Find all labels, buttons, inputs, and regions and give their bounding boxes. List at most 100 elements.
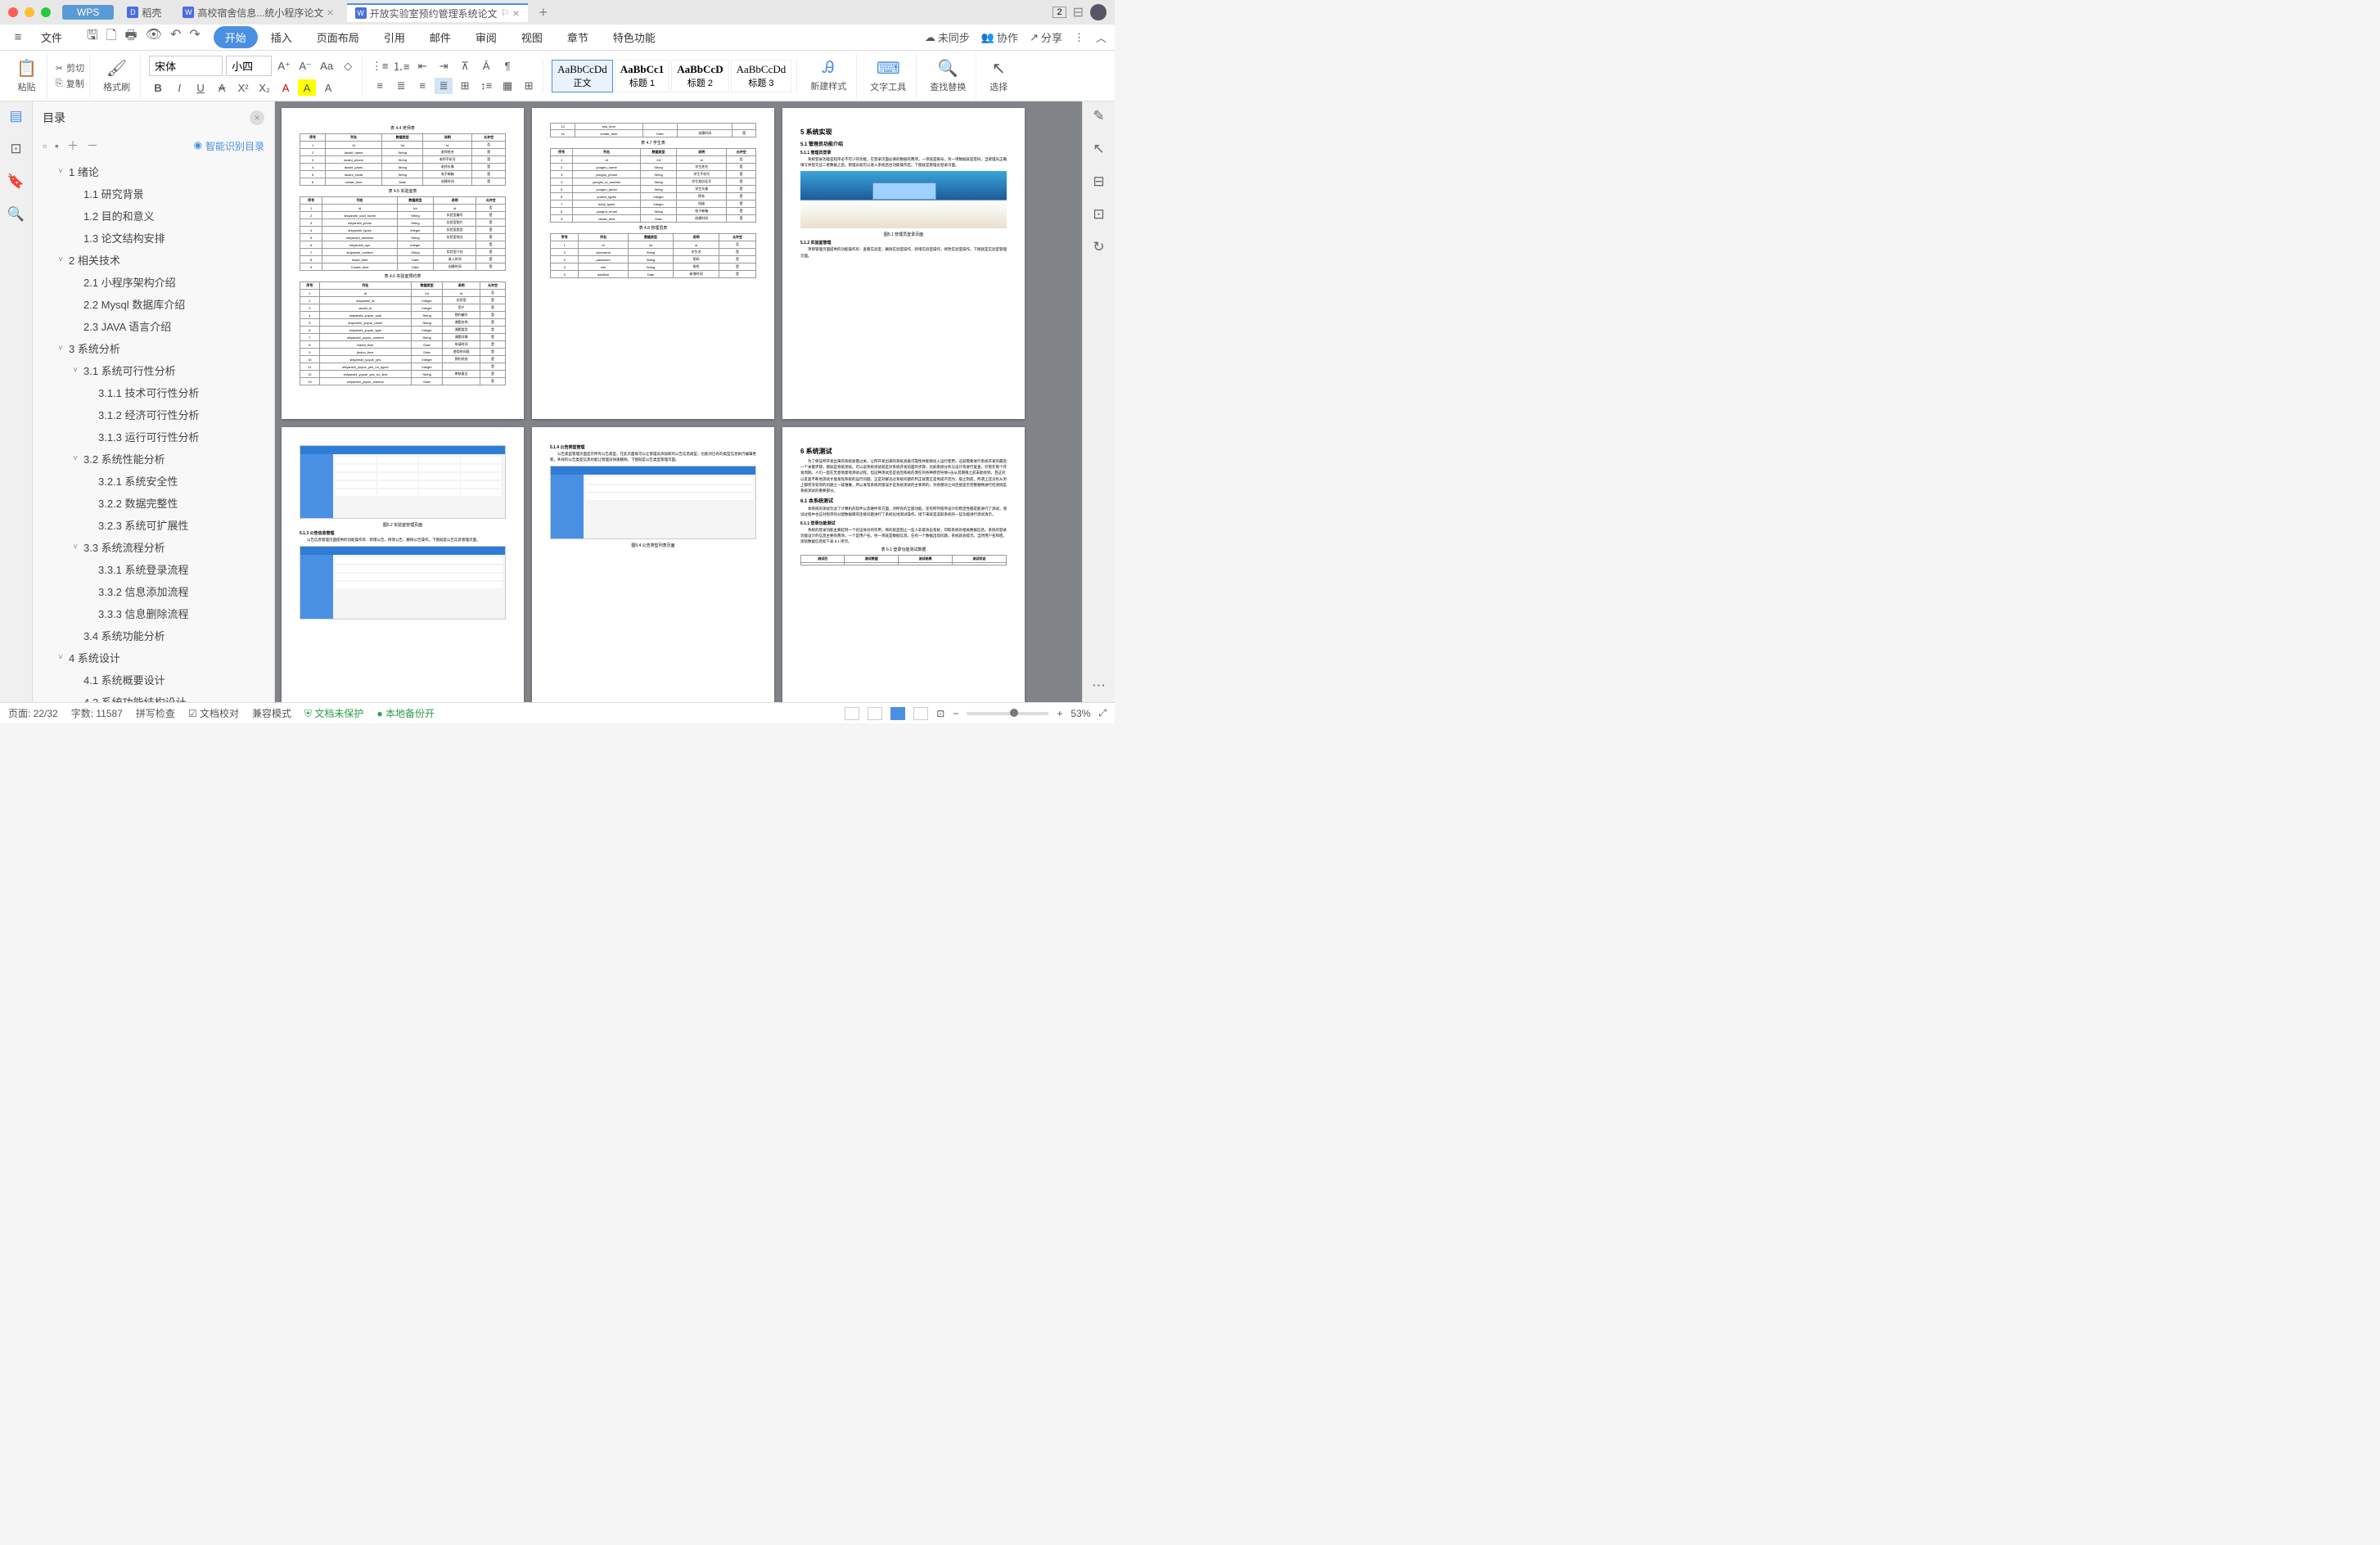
bold-button[interactable]: B xyxy=(149,79,167,96)
fit-icon[interactable]: ⊡ xyxy=(936,708,944,719)
share-button[interactable]: ↗分享 xyxy=(1030,29,1062,45)
toc-item[interactable]: ˅3.1 系统可行性分析 xyxy=(33,359,274,381)
sort-button[interactable]: Ā xyxy=(477,58,495,74)
compat-mode[interactable]: 兼容模式 xyxy=(252,706,291,720)
page-indicator[interactable]: 页面: 22/32 xyxy=(8,706,58,720)
hamburger-icon[interactable]: ≡ xyxy=(8,30,28,44)
zoom-in-button[interactable]: + xyxy=(1057,708,1062,719)
zoom-out-button[interactable]: − xyxy=(953,708,958,719)
toc-item[interactable]: 3.2.1 系统安全性 xyxy=(33,470,274,492)
menu-insert[interactable]: 插入 xyxy=(259,26,304,48)
toc-item[interactable]: ˅2 相关技术 xyxy=(33,249,274,271)
view-reading[interactable] xyxy=(890,707,905,720)
save-icon[interactable]: 🖫 xyxy=(87,26,98,48)
toc-item[interactable]: 4.1 系统概要设计 xyxy=(33,669,274,691)
find-replace-button[interactable]: 🔍 查找替换 xyxy=(925,56,971,95)
style-heading2[interactable]: AaBbCcD 标题 2 xyxy=(671,60,728,92)
toc-item[interactable]: 3.1.2 经济可行性分析 xyxy=(33,403,274,426)
numbering-button[interactable]: ⒈≡ xyxy=(392,58,410,74)
redo-icon[interactable]: ↷ xyxy=(189,26,200,48)
toc-item[interactable]: 2.2 Mysql 数据库介绍 xyxy=(33,293,274,315)
char-shading-button[interactable]: A xyxy=(319,79,337,96)
strike-button[interactable]: A xyxy=(213,79,231,96)
copy-button[interactable]: ⎘复制 xyxy=(56,77,84,90)
style-body[interactable]: AaBbCcDd 正文 xyxy=(552,60,613,92)
save-as-icon[interactable]: 🗋 xyxy=(106,26,117,48)
spell-check[interactable]: 拼写检查 xyxy=(136,706,175,720)
shrink-font-button[interactable]: A⁻ xyxy=(296,58,314,74)
grow-font-button[interactable]: A⁺ xyxy=(275,58,293,74)
thumbnail-icon[interactable]: ⊡ xyxy=(10,141,21,157)
menu-review[interactable]: 审阅 xyxy=(464,26,508,48)
select-button[interactable]: ↖ 选择 xyxy=(985,56,1012,95)
style-heading1[interactable]: AaBbCc1 标题 1 xyxy=(615,60,669,92)
doc-protect[interactable]: ⛨ 文档未保护 xyxy=(304,706,363,720)
cut-button[interactable]: ✂剪切 xyxy=(56,61,84,74)
shading-button[interactable]: ▦ xyxy=(498,78,516,94)
word-count[interactable]: 字数: 11587 xyxy=(71,706,123,720)
more-tools-icon[interactable]: ⋯ xyxy=(1092,678,1106,694)
tab-button[interactable]: ⊼ xyxy=(456,58,474,74)
toc-item[interactable]: 3.3.3 信息删除流程 xyxy=(33,602,274,624)
toc-item[interactable]: ˅3 系统分析 xyxy=(33,337,274,359)
smart-toc-button[interactable]: ◉ 智能识别目录 xyxy=(194,139,265,153)
menu-section[interactable]: 章节 xyxy=(556,26,600,48)
tab-lab-doc[interactable]: W 开放实验室预约管理系统论文 ⚐ × xyxy=(347,3,528,22)
notification-icon[interactable]: ⊟ xyxy=(1073,4,1084,20)
new-tab-button[interactable]: + xyxy=(533,4,555,21)
nav-add-icon[interactable]: ＋ xyxy=(67,137,79,154)
toc-item[interactable]: 3.3.2 信息添加流程 xyxy=(33,580,274,602)
menu-special[interactable]: 特色功能 xyxy=(602,26,667,48)
toc-item[interactable]: 3.2.2 数据完整性 xyxy=(33,492,274,514)
style-heading3[interactable]: AaBbCcDd 标题 3 xyxy=(731,60,792,92)
format-painter-button[interactable]: 🖌 格式刷 xyxy=(98,56,135,95)
change-case-button[interactable]: Aa xyxy=(318,58,336,74)
clear-format-button[interactable]: ◇ xyxy=(339,58,357,74)
menu-references[interactable]: 引用 xyxy=(372,26,417,48)
tab-close-icon[interactable]: × xyxy=(512,7,519,20)
borders-button[interactable]: ⊞ xyxy=(520,78,538,94)
collapse-ribbon-icon[interactable]: ︿ xyxy=(1096,29,1107,45)
toc-item[interactable]: 2.1 小程序架构介绍 xyxy=(33,271,274,293)
toc-item[interactable]: 3.3.1 系统登录流程 xyxy=(33,558,274,580)
tab-close-icon[interactable]: × xyxy=(327,6,333,19)
pen-icon[interactable]: ✎ xyxy=(1093,108,1104,124)
menu-file[interactable]: 文件 xyxy=(29,26,74,48)
toc-item[interactable]: 1.2 目的和意义 xyxy=(33,205,274,227)
document-view[interactable]: 表 4.4 老师表 序号列名数据类型说明允许空1IdIntid否2laoshi_… xyxy=(275,101,1082,702)
search-pane-icon[interactable]: 🔍 xyxy=(7,206,25,223)
more-icon[interactable]: ⋮ xyxy=(1074,31,1084,44)
tab-dorm-doc[interactable]: W 高校宿舍信息...统小程序论文 × xyxy=(174,4,341,21)
align-center-button[interactable]: ≣ xyxy=(392,78,410,94)
maximize-window[interactable] xyxy=(41,7,51,17)
toc-item[interactable]: 3.1.1 技术可行性分析 xyxy=(33,381,274,403)
tab-pin-icon[interactable]: ⚐ xyxy=(501,7,510,19)
print-icon[interactable]: 🖶 xyxy=(125,26,137,48)
show-marks-button[interactable]: ¶ xyxy=(498,58,516,74)
underline-button[interactable]: U xyxy=(192,79,210,96)
align-right-button[interactable]: ≡ xyxy=(413,78,431,94)
user-avatar[interactable] xyxy=(1090,4,1107,20)
font-name-select[interactable]: 宋体 xyxy=(149,56,223,76)
toc-item[interactable]: 2.3 JAVA 语言介绍 xyxy=(33,315,274,337)
proofread[interactable]: ☑ 文档校对 xyxy=(188,706,239,720)
close-window[interactable] xyxy=(8,7,18,17)
toc-tree[interactable]: ˅1 绪论1.1 研究背景1.2 目的和意义1.3 论文结构安排˅2 相关技术2… xyxy=(33,157,274,702)
collab-button[interactable]: 👥协作 xyxy=(981,29,1018,45)
paste-button[interactable]: 📋 粘贴 xyxy=(11,56,42,95)
toc-item[interactable]: 3.1.3 运行可行性分析 xyxy=(33,426,274,448)
backup-status[interactable]: ● 本地备份开 xyxy=(376,706,435,720)
tab-daoke[interactable]: D 稻壳 xyxy=(119,4,169,21)
minimize-window[interactable] xyxy=(25,7,34,17)
superscript-button[interactable]: X² xyxy=(234,79,252,96)
print-preview-icon[interactable]: 👁 xyxy=(146,26,162,48)
text-tools-button[interactable]: ⌨ 文字工具 xyxy=(865,56,911,95)
outline-icon[interactable]: ▤ xyxy=(9,108,22,124)
view-web[interactable] xyxy=(913,707,928,720)
italic-button[interactable]: I xyxy=(170,79,188,96)
fullscreen-icon[interactable]: ⤢ xyxy=(1098,707,1107,719)
distribute-button[interactable]: ⊞ xyxy=(456,78,474,94)
menu-view[interactable]: 视图 xyxy=(510,26,554,48)
toc-item[interactable]: ˅1 绪论 xyxy=(33,160,274,182)
toc-item[interactable]: 4.2 系统功能结构设计 xyxy=(33,691,274,702)
